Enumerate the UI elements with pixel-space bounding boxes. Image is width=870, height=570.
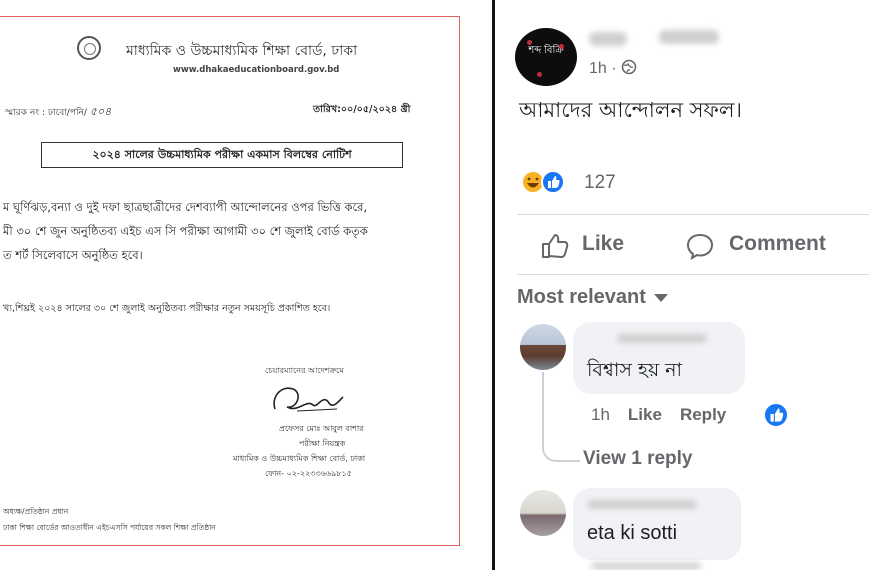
signature-image [273, 387, 344, 412]
distribution-line: ঢাকা শিক্ষা বোর্ডের আওতাধীন এইচএসসি পর্য… [3, 523, 216, 532]
memo-number: স্মারক নং : ঢাবো/পনি/ ৫০৪ [5, 103, 111, 122]
signature-order-line: চেয়ারম্যানের আদেশক্রমে [265, 366, 344, 375]
like-label: Like [582, 232, 625, 255]
notice-subject: ২০২৪ সালের উচ্চমাধ্যমিক পরীক্ষা একমাস বি… [41, 142, 403, 168]
comment-text: বিশ্বাস হয় না [587, 359, 683, 381]
board-seal-icon [77, 36, 101, 60]
comment-actions-cutoff [591, 562, 711, 570]
signatory-phone: ফোন- ০২-২২৩৩৬৬৯৮১৫ [265, 469, 352, 478]
facebook-post: শব্দ বিক্রি 1h · আমাদের আন্দোলন সফল। 127… [495, 0, 870, 570]
comment-sort-dropdown[interactable]: Most relevant [517, 286, 668, 309]
like-reaction-icon [541, 170, 565, 194]
commenter-name-blurred[interactable] [587, 500, 697, 511]
post-text: আমাদের আন্দোলন সফল। [519, 98, 743, 122]
board-website: www.dhakaeducationboard.gov.bd [173, 65, 340, 75]
comment-time[interactable]: 1h [591, 405, 610, 424]
like-button[interactable]: Like [540, 232, 624, 266]
comment-label: Comment [729, 232, 826, 255]
comment-button[interactable]: Comment [685, 232, 826, 266]
comment-bubble: বিশ্বাস হয় না [573, 322, 745, 394]
sort-label: Most relevant [517, 286, 646, 308]
notice-document: মাধ্যমিক ও উচ্চমাধ্যমিক শিক্ষা বোর্ড, ঢা… [0, 16, 460, 546]
page-avatar[interactable]: শব্দ বিক্রি [515, 28, 577, 86]
signatory-board: মাধ্যমিক ও উচ্চমাধ্যমিক শিক্ষা বোর্ড, ঢা… [233, 454, 366, 463]
notice-body-line: ম ঘূর্ণিঝড়,বন্যা ও দুই দফা ছাত্রছাত্রীদ… [3, 200, 368, 214]
comment-text: eta ki sotti [587, 522, 678, 544]
divider-bottom [517, 274, 869, 275]
distribution-line: অধ্যক্ষ/প্রতিষ্ঠান প্রধান [3, 507, 69, 516]
caret-down-icon [653, 293, 668, 302]
thumbs-up-icon [542, 234, 569, 258]
globe-icon [621, 59, 637, 75]
reply-thread-line [542, 372, 580, 462]
notice-body-line: ত শর্ট সিলেবাসে অনুষ্ঠিত হবে। [3, 248, 143, 262]
notice-body-line: খ্য,শিঘ্রই ২০২৪ সালের ৩০ শে জুলাই অনুষ্ঠ… [3, 303, 331, 314]
signatory-name: প্রফেসর মোঃ আবুল বাশার [279, 424, 364, 433]
page-name-blurred[interactable] [589, 26, 719, 48]
commenter-name-blurred[interactable] [587, 334, 707, 345]
view-replies-link[interactable]: View 1 reply [583, 448, 693, 470]
notice-body-line: মী ৩০ শে জুন অনুষ্ঠিতব্য এইচ এস সি পরীক্… [3, 224, 368, 238]
signatory-title: পরীক্ষা নিয়ন্ত্রক [299, 439, 346, 448]
post-time-text: 1h · [589, 60, 617, 77]
reaction-count[interactable]: 127 [584, 172, 616, 194]
memo-label: স্মারক নং : ঢাবো/পনি/ [5, 108, 87, 118]
comment-actions: 1h Like Reply [591, 405, 744, 425]
comment-like-button[interactable]: Like [628, 405, 662, 424]
board-name: মাধ্যমিক ও উচ্চমাধ্যমিক শিক্ষা বোর্ড, ঢা… [126, 43, 358, 59]
commenter-avatar[interactable] [520, 490, 566, 536]
memo-handwritten-number: ৫০৪ [89, 105, 112, 118]
comment-bubble: eta ki sotti [573, 488, 741, 560]
post-time[interactable]: 1h · [589, 59, 637, 78]
notice-date: তারিখ:০০/০৫/২০২৪ খ্রী [313, 104, 411, 115]
divider-top [517, 214, 869, 215]
comment-reply-button[interactable]: Reply [680, 405, 726, 424]
comment-bubble-icon [686, 233, 714, 261]
commenter-avatar[interactable] [520, 324, 566, 370]
comment-like-reaction-icon[interactable] [763, 402, 789, 428]
